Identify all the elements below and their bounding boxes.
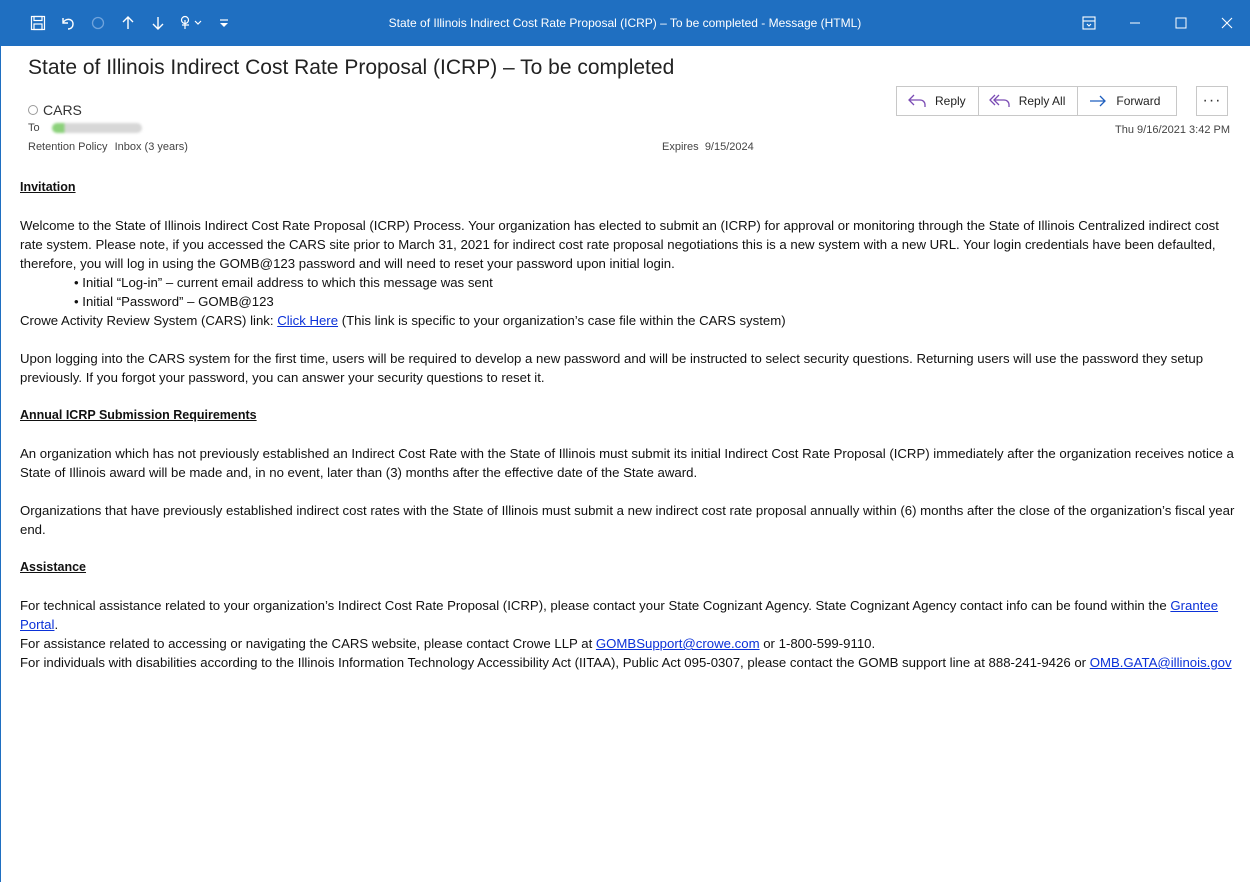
- annual-paragraph-1: An organization which has not previously…: [20, 446, 1234, 480]
- expires-label: Expires: [662, 141, 699, 153]
- assist2-prefix: For assistance related to accessing or n…: [20, 636, 596, 651]
- title-bar: State of Illinois Indirect Cost Rate Pro…: [0, 0, 1250, 46]
- assistance-line-2: For assistance related to accessing or n…: [20, 634, 1235, 653]
- assistance-heading: Assistance: [20, 560, 87, 574]
- invitation-heading: Invitation: [20, 180, 76, 194]
- maximize-icon[interactable]: [1158, 0, 1204, 46]
- welcome-paragraph: Welcome to the State of Illinois Indirec…: [20, 218, 1219, 271]
- assistance-line-1: For technical assistance related to your…: [20, 596, 1235, 634]
- password-bullet: • Initial “Password” – GOMB@123: [74, 294, 274, 309]
- to-label: To: [28, 122, 40, 134]
- forward-button[interactable]: Forward: [1077, 86, 1178, 116]
- forward-label: Forward: [1116, 94, 1161, 108]
- reply-all-button[interactable]: Reply All: [977, 86, 1079, 116]
- reply-all-icon: [988, 94, 1010, 107]
- expires: Expires 9/15/2024: [662, 141, 754, 153]
- message-subject: State of Illinois Indirect Cost Rate Pro…: [28, 56, 675, 79]
- reply-button[interactable]: Reply: [896, 86, 979, 116]
- reply-label: Reply: [935, 94, 966, 108]
- save-icon[interactable]: [26, 9, 50, 37]
- click-here-link[interactable]: Click Here: [277, 313, 338, 328]
- touch-mode-icon[interactable]: [176, 9, 206, 37]
- assist1-suffix: .: [54, 617, 59, 632]
- logging-in-paragraph: Upon logging into the CARS system for th…: [20, 351, 1204, 385]
- sent-date: Thu 9/16/2021 3:42 PM: [1115, 124, 1230, 136]
- sender[interactable]: CARS: [28, 102, 82, 118]
- sender-name[interactable]: CARS: [43, 102, 82, 118]
- login-bullet: • Initial “Log-in” – current email addre…: [74, 275, 493, 290]
- up-arrow-icon[interactable]: [116, 9, 140, 37]
- window-controls: [1066, 0, 1250, 46]
- expires-value: 9/15/2024: [704, 141, 754, 153]
- forward-icon: [1090, 95, 1107, 107]
- assist3-prefix: For individuals with disabilities accord…: [20, 655, 1090, 670]
- gomb-support-email-link[interactable]: GOMBSupport@crowe.com: [596, 636, 760, 651]
- cars-link-line: Crowe Activity Review System (CARS) link…: [20, 311, 1235, 330]
- quick-access-toolbar: [0, 0, 236, 46]
- message-actions: Reply Reply All Forward: [896, 86, 1178, 116]
- redo-icon[interactable]: [86, 9, 110, 37]
- undo-icon[interactable]: [56, 9, 80, 37]
- message-body: Invitation Welcome to the State of Illin…: [20, 178, 1235, 672]
- retention-value: Inbox (3 years): [114, 141, 188, 153]
- omb-gata-email-link[interactable]: OMB.GATA@illinois.gov: [1090, 655, 1232, 670]
- retention-policy: Retention Policy Inbox (3 years): [28, 141, 188, 153]
- close-icon[interactable]: [1204, 0, 1250, 46]
- assist2-suffix: or 1-800-599-9110.: [759, 636, 876, 651]
- assist1-prefix: For technical assistance related to your…: [20, 598, 1171, 613]
- window-border: [0, 0, 1, 882]
- recipient-redacted[interactable]: [51, 123, 142, 133]
- ribbon-display-options-icon[interactable]: [1066, 0, 1112, 46]
- to-row: To: [28, 122, 142, 134]
- cars-link-suffix: (This link is specific to your organizat…: [338, 313, 786, 328]
- reply-icon: [908, 94, 926, 107]
- presence-icon: [28, 105, 38, 115]
- reply-all-label: Reply All: [1018, 94, 1066, 108]
- customize-icon[interactable]: [212, 9, 236, 37]
- down-arrow-icon[interactable]: [146, 9, 170, 37]
- assistance-line-3: For individuals with disabilities accord…: [20, 653, 1235, 672]
- retention-label: Retention Policy: [28, 141, 108, 153]
- minimize-icon[interactable]: [1112, 0, 1158, 46]
- more-actions-button[interactable]: ···: [1196, 86, 1228, 116]
- annual-paragraph-2: Organizations that have previously estab…: [20, 503, 1235, 537]
- annual-heading: Annual ICRP Submission Requirements: [20, 408, 257, 422]
- cars-link-prefix: Crowe Activity Review System (CARS) link…: [20, 313, 278, 328]
